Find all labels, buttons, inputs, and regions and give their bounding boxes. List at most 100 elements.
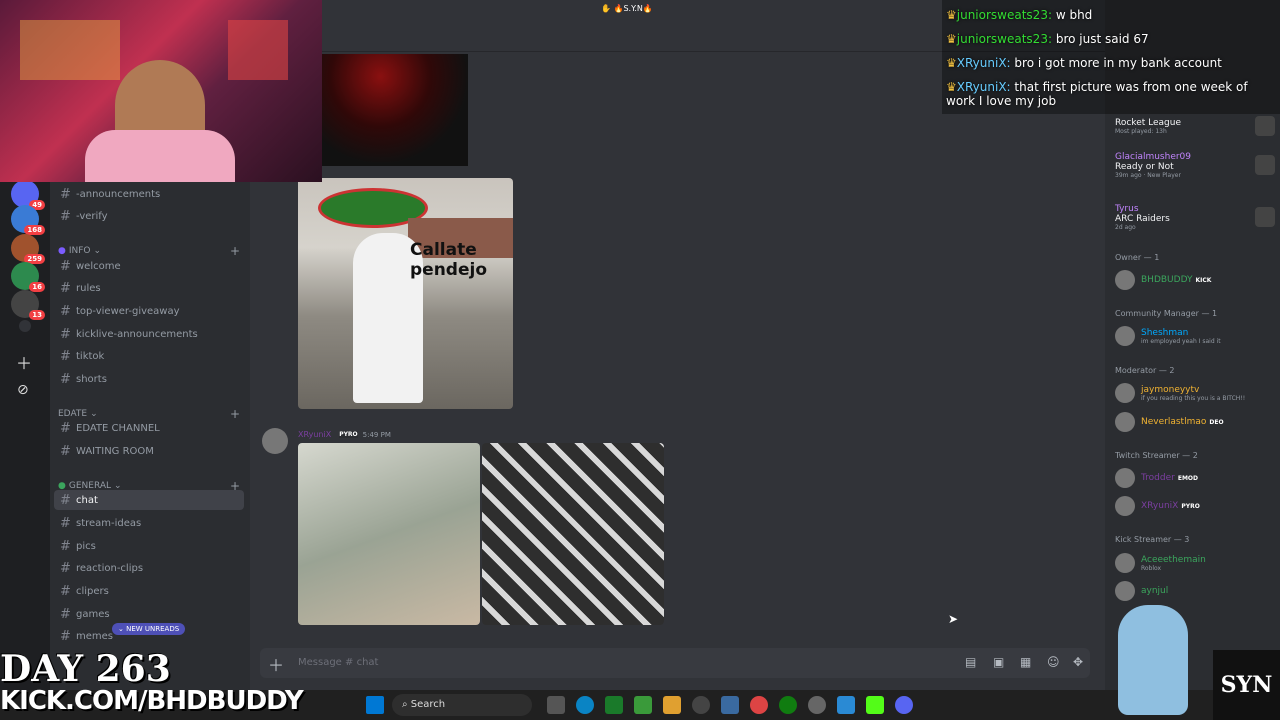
member-item[interactable]: Trodder EMOD	[1115, 465, 1275, 491]
message-timestamp: 5:49 PM	[362, 430, 391, 439]
app-icon[interactable]	[837, 696, 855, 714]
emoji-icon[interactable]: ☺	[1047, 655, 1060, 669]
channel-kicklive-announcements[interactable]: # kicklive-announcements	[54, 324, 244, 344]
channel-label: EDATE CHANNEL	[76, 422, 160, 434]
avatar	[1115, 270, 1135, 290]
server-icon[interactable]: 259	[11, 234, 45, 264]
member-status: im employed yeah I said it	[1141, 337, 1221, 345]
apps-icon[interactable]: ✥	[1073, 655, 1083, 669]
member-name: aynjul	[1141, 586, 1169, 596]
money-image-1[interactable]	[298, 443, 480, 625]
channel-label: pics	[76, 540, 96, 552]
add-server-icon[interactable]: ＋	[16, 350, 32, 374]
member-name: Sheshman	[1141, 327, 1189, 338]
store-icon[interactable]	[721, 696, 739, 714]
channel-label: stream-ideas	[76, 517, 142, 529]
member-item[interactable]: BHDBUDDY KICK	[1115, 267, 1275, 293]
channel-label: games	[76, 608, 110, 620]
avatar[interactable]	[262, 428, 288, 454]
meme-image[interactable]: Callate pendejo	[298, 178, 513, 409]
channel-label: welcome	[76, 260, 121, 272]
member-item[interactable]: Aceeethemain Roblox	[1115, 550, 1275, 576]
chrome-icon[interactable]	[750, 696, 768, 714]
day-counter: DAY 263	[0, 648, 171, 690]
crown-icon: ♛	[946, 32, 957, 46]
channel-pics[interactable]: # pics	[54, 536, 244, 556]
channel-stream-ideas[interactable]: # stream-ideas	[54, 513, 244, 533]
channel-edate-channel[interactable]: # EDATE CHANNEL	[54, 418, 244, 438]
category-info[interactable]: ● INFO ⌄ +	[58, 244, 240, 258]
channel-label: clipers	[76, 585, 109, 597]
activity-card[interactable]: Tyrus ARC Raiders 2d ago	[1115, 199, 1275, 235]
edge-icon[interactable]	[576, 696, 594, 714]
folder-icon[interactable]	[663, 696, 681, 714]
activity-game: ARC Raiders	[1115, 213, 1170, 224]
server-icon[interactable]: 13	[11, 290, 45, 320]
app-icon[interactable]	[808, 696, 826, 714]
app-icon[interactable]	[605, 696, 623, 714]
member-item[interactable]: aynjul	[1115, 578, 1275, 604]
chat-user: juniorsweats23:	[956, 32, 1052, 46]
member-tag: KICK	[1195, 277, 1212, 284]
add-server-icon[interactable]	[19, 320, 31, 332]
mouse-cursor-icon: ➤	[948, 612, 959, 626]
channel-reaction-clips[interactable]: # reaction-clips	[54, 558, 244, 578]
member-item[interactable]: Sheshman im employed yeah I said it	[1115, 323, 1275, 349]
role-header: Owner — 1	[1115, 253, 1160, 262]
app-icon[interactable]	[692, 696, 710, 714]
overlay-chat-line: ♛XRyuniX: bro i got more in my bank acco…	[946, 56, 1276, 70]
hash-icon: #	[60, 258, 71, 274]
discord-icon[interactable]	[895, 696, 913, 714]
activity-game: Rocket League	[1115, 117, 1181, 128]
member-name: Neverlastlmao	[1141, 417, 1207, 427]
sticker-icon[interactable]: ▦	[1020, 655, 1031, 669]
previous-image[interactable]	[322, 54, 468, 166]
channel-memes[interactable]: # memes	[54, 626, 244, 646]
member-item[interactable]: jaymoneyytv if you reading this you is a …	[1115, 380, 1275, 406]
taskbar-search[interactable]: ⌕ Search	[392, 694, 532, 716]
xbox-icon[interactable]	[779, 696, 797, 714]
avatar	[1115, 581, 1135, 601]
channel--announcements[interactable]: # -announcements	[54, 184, 244, 204]
hash-icon: #	[60, 303, 71, 319]
activity-card[interactable]: Glacialmusher09 Ready or Not 39m ago · New…	[1115, 147, 1275, 183]
channel-chat[interactable]: # chat	[54, 490, 244, 510]
app-icon[interactable]	[634, 696, 652, 714]
avatar	[1115, 326, 1135, 346]
overlay-chat-line: ♛juniorsweats23: w bhd	[946, 8, 1276, 22]
money-image-2[interactable]	[482, 443, 664, 625]
member-name: XRyuniX	[1141, 501, 1179, 511]
channel-waiting-room[interactable]: # WAITING ROOM	[54, 441, 244, 461]
taskview-icon[interactable]	[547, 696, 565, 714]
channel-clipers[interactable]: # clipers	[54, 581, 244, 601]
channel-label: memes	[76, 630, 113, 642]
channel-shorts[interactable]: # shorts	[54, 369, 244, 389]
member-item[interactable]: XRyuniX PYRO	[1115, 493, 1275, 519]
server-icon[interactable]: 168	[11, 205, 45, 235]
channel-label: shorts	[76, 373, 107, 385]
game-icon	[1255, 207, 1275, 227]
member-name: BHDBUDDY	[1141, 275, 1193, 285]
start-icon[interactable]	[366, 696, 384, 714]
avatar	[1115, 412, 1135, 432]
gift-icon[interactable]: ▤	[965, 655, 976, 669]
channel-tiktok[interactable]: # tiktok	[54, 346, 244, 366]
channel-welcome[interactable]: # welcome	[54, 256, 244, 276]
chat-user: juniorsweats23:	[956, 8, 1052, 22]
kick-icon[interactable]	[866, 696, 884, 714]
channel-top-viewer-giveaway[interactable]: # top-viewer-giveaway	[54, 301, 244, 321]
channel-rules[interactable]: # rules	[54, 278, 244, 298]
channel-label: -announcements	[76, 188, 161, 200]
message-input[interactable]: ＋ Message # chat ▤ ▣ ▦ ☺ ✥	[260, 648, 1090, 678]
message-author[interactable]: XRyuniX	[298, 430, 331, 439]
server-icon[interactable]: 16	[11, 262, 45, 292]
member-item[interactable]: Neverlastlmao DEO	[1115, 409, 1275, 435]
kick-url: KICK.COM/BHDBUDDY	[0, 686, 304, 716]
channel--verify[interactable]: # -verify	[54, 206, 244, 226]
attach-icon[interactable]: ＋	[268, 652, 284, 676]
server-icon[interactable]: 49	[11, 180, 45, 210]
channel-games[interactable]: # games	[54, 604, 244, 624]
discover-icon[interactable]: ⊘	[17, 382, 29, 398]
gif-icon[interactable]: ▣	[993, 655, 1004, 669]
channel-label: rules	[76, 282, 101, 294]
